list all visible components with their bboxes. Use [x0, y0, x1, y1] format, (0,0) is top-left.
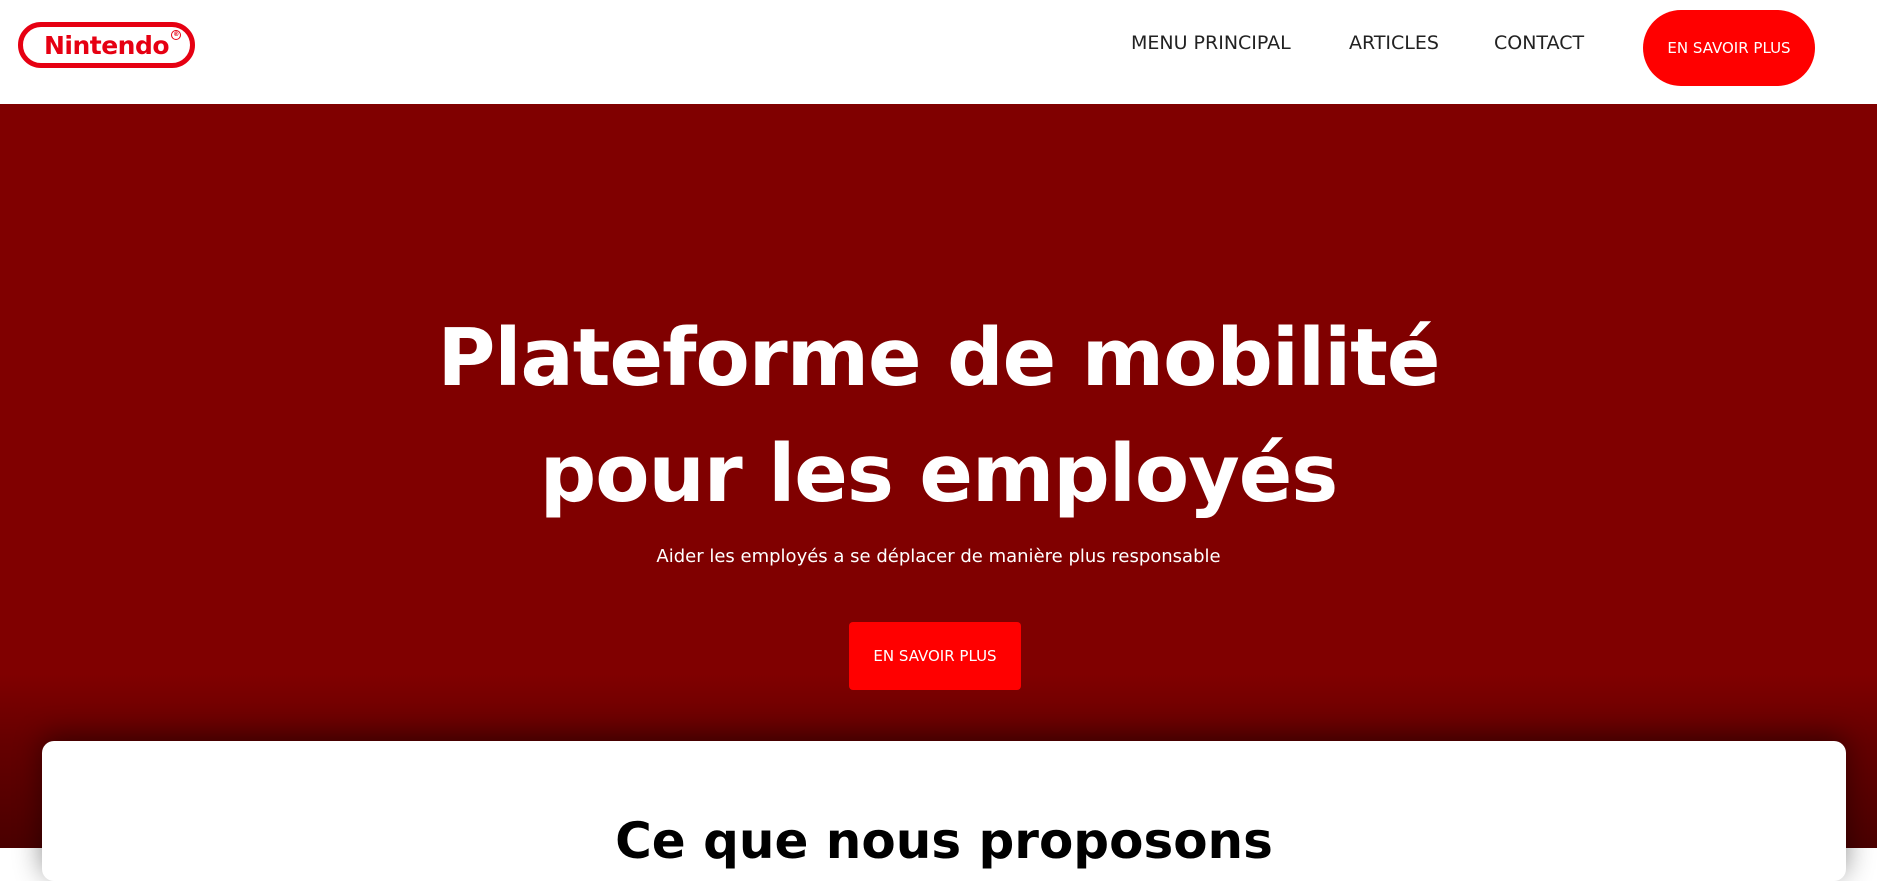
- nav-link-menu-principal[interactable]: MENU PRINCIPAL: [1131, 32, 1291, 54]
- registered-mark-icon: ®: [171, 30, 181, 40]
- hero-section: Plateforme de mobilité pour les employés…: [0, 104, 1877, 848]
- nav-link-articles[interactable]: ARTICLES: [1349, 32, 1439, 54]
- nintendo-logo[interactable]: Nintendo ®: [18, 22, 195, 68]
- hero-subtitle: Aider les employés a se déplacer de mani…: [656, 546, 1221, 567]
- offer-card: Ce que nous proposons: [42, 741, 1846, 881]
- header-learn-more-button[interactable]: EN SAVOIR PLUS: [1643, 10, 1815, 86]
- hero-title: Plateforme de mobilité pour les employés: [0, 300, 1877, 532]
- section-title: Ce que nous proposons: [615, 812, 1273, 870]
- hero-learn-more-button[interactable]: EN SAVOIR PLUS: [849, 622, 1021, 690]
- logo-text: Nintendo: [43, 30, 170, 60]
- site-header: Nintendo ® MENU PRINCIPAL ARTICLES CONTA…: [0, 0, 1877, 104]
- hero-title-line-1: Plateforme de mobilité: [437, 312, 1441, 404]
- hero-title-line-2: pour les employés: [539, 428, 1339, 520]
- nav-link-contact[interactable]: CONTACT: [1494, 32, 1584, 54]
